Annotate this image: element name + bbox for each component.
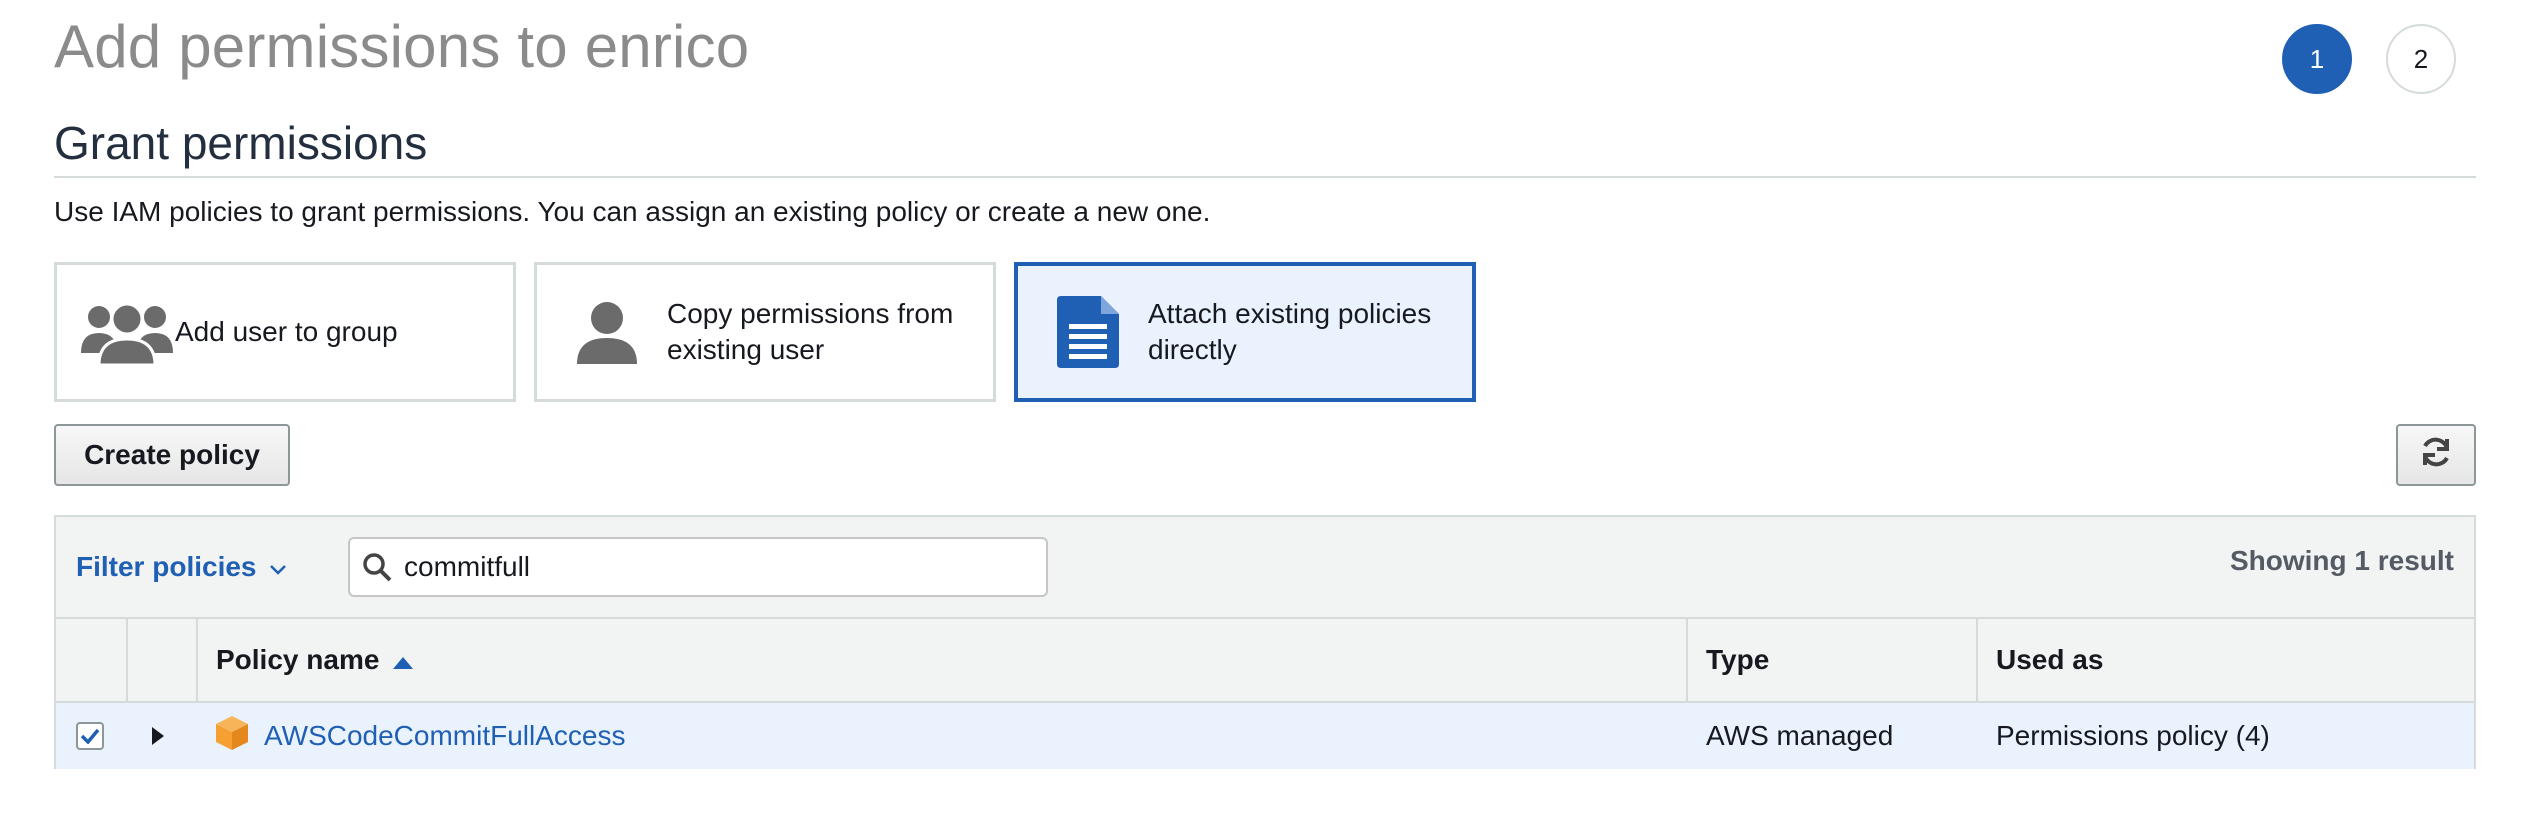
caret-right-icon [152,720,164,752]
page-title: Add permissions to enrico [54,13,750,80]
filter-bar: Filter policies Showing 1 result [56,517,2474,619]
step-indicator-2[interactable]: 2 [2386,24,2456,94]
option-label-line2: directly [1148,334,1237,365]
filter-policies-label: Filter policies [76,551,257,582]
policies-table: Filter policies Showing 1 result [54,515,2476,769]
option-copy-permissions[interactable]: Copy permissions from existing user [534,262,996,402]
document-icon [1040,284,1136,380]
option-label: Attach existing policies directly [1148,296,1431,368]
create-policy-button[interactable]: Create policy [54,424,290,486]
table-header: Policy name Type Used as [56,619,2474,703]
option-label-line1: Copy permissions from [667,298,954,329]
table-row[interactable]: AWSCodeCommitFullAccess AWS managed Perm… [56,703,2474,769]
refresh-icon [2419,435,2453,476]
sort-ascending-icon [393,644,414,676]
section-description: Use IAM policies to grant permissions. Y… [54,196,1211,227]
step-indicator-1[interactable]: 1 [2282,24,2352,94]
search-input[interactable] [404,542,1024,592]
column-divider [1976,619,1978,701]
option-label-line1: Attach existing policies [1148,298,1432,329]
policy-name-link[interactable]: AWSCodeCommitFullAccess [264,720,625,752]
chevron-down-icon [269,551,287,583]
column-header-label: Policy name [216,644,380,675]
option-label-line2: existing user [667,334,825,365]
column-header-used-as[interactable]: Used as [1996,619,2103,701]
page: Add permissions to enrico 1 2 Grant perm… [0,0,2528,816]
row-checkbox[interactable] [76,703,104,769]
option-add-user-to-group[interactable]: Add user to group [54,262,516,402]
refresh-button[interactable] [2396,424,2476,486]
search-icon [350,540,404,594]
option-attach-policies[interactable]: Attach existing policies directly [1014,262,1476,402]
column-header-policy-name[interactable]: Policy name [216,619,414,701]
column-divider [196,619,198,701]
checkmark-icon [80,728,100,744]
search-box[interactable] [348,537,1048,597]
checkbox-checked[interactable] [76,722,104,750]
policy-type-cell: AWS managed [1706,720,1894,751]
column-header-type[interactable]: Type [1706,619,1769,701]
section-divider [54,176,2476,178]
filter-policies-dropdown[interactable]: Filter policies [76,551,287,583]
aws-managed-policy-icon [214,715,250,758]
policy-used-as-cell: Permissions policy (4) [1996,720,2270,751]
expand-row-toggle[interactable] [152,703,164,769]
user-group-icon [79,284,175,380]
option-label: Add user to group [175,316,398,347]
column-divider [1686,619,1688,701]
option-label: Copy permissions from existing user [667,296,953,368]
result-count: Showing 1 result [2229,545,2454,576]
section-title: Grant permissions [54,117,428,169]
policy-name-cell: AWSCodeCommitFullAccess [214,703,625,769]
column-divider [126,619,128,701]
user-icon [559,284,655,380]
